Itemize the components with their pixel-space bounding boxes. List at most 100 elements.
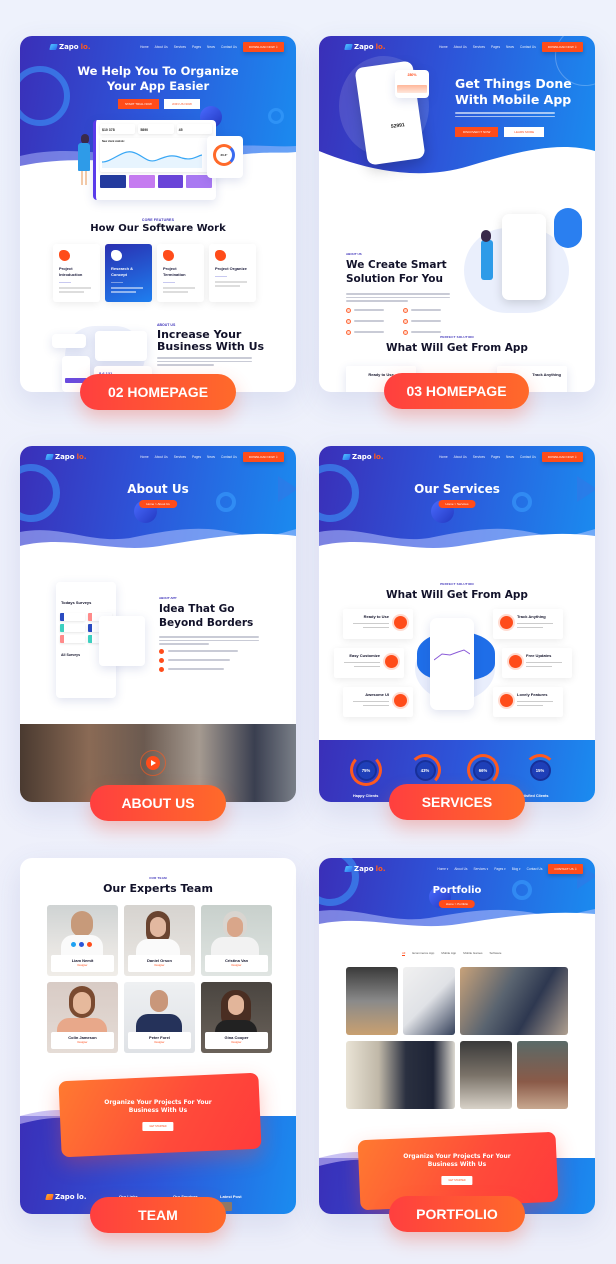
nav-contact[interactable]: Contact Us xyxy=(520,45,536,49)
nav-about[interactable]: About Us xyxy=(454,455,467,459)
footer-logo[interactable]: Zapo lo. xyxy=(45,1193,87,1201)
filter-mobile-games[interactable]: Mobile Games xyxy=(463,951,482,956)
feature-card[interactable]: Project Organize xyxy=(209,244,256,302)
nav-services[interactable]: Services xyxy=(473,455,485,459)
nav-services[interactable]: Services xyxy=(174,455,186,459)
preview-card-about[interactable]: Zapo lo. Home About Us Services Pages New… xyxy=(20,446,296,802)
service-card[interactable]: Ready to Use xyxy=(343,609,413,639)
preview-card-home3[interactable]: Zapo lo. Home About Us Services Pages New… xyxy=(319,36,595,392)
portfolio-filters: All Ecommerce App Mobile App Mobile Game… xyxy=(402,951,501,956)
portfolio-item[interactable] xyxy=(460,967,568,1035)
nav-home[interactable]: Home xyxy=(140,45,149,49)
nav-blog[interactable]: Blog ▾ xyxy=(512,867,521,871)
breadcrumb[interactable]: Home > About Us xyxy=(139,500,177,508)
filter-ecommerce[interactable]: Ecommerce App xyxy=(412,951,434,956)
instagram-icon[interactable] xyxy=(87,942,92,947)
service-card[interactable]: Track Anything xyxy=(493,609,563,639)
service-card[interactable]: Easy Customize xyxy=(334,648,404,678)
nav-about[interactable]: About Us xyxy=(454,867,467,871)
nav-news[interactable]: News xyxy=(207,45,215,49)
portfolio-item[interactable] xyxy=(517,1041,568,1109)
preview-card-home2[interactable]: Zapo lo. Home About Us Services Pages New… xyxy=(20,36,296,392)
label-services[interactable]: SERVICES xyxy=(389,784,525,820)
label-team[interactable]: TEAM xyxy=(90,1197,226,1233)
team-member-card[interactable]: Gina Cooper Designer xyxy=(201,982,272,1053)
nav-contact[interactable]: Contact Us xyxy=(527,867,543,871)
nav-contact[interactable]: Contact Us xyxy=(221,45,237,49)
service-card[interactable]: Lovely Features xyxy=(493,687,563,717)
nav-pages[interactable]: Pages ▾ xyxy=(494,867,506,871)
service-card[interactable]: Awesome UI xyxy=(343,687,413,717)
logo[interactable]: Zapo lo. xyxy=(45,453,87,461)
download-button[interactable]: DOWNLOAD NOW ⇩ xyxy=(242,42,284,52)
play-button[interactable] xyxy=(146,756,160,770)
preview-card-portfolio[interactable]: Zapo lo. Home ▾ About Us Services ▾ Pages… xyxy=(319,858,595,1214)
nav-about[interactable]: About Us xyxy=(454,45,467,49)
filter-software[interactable]: Software xyxy=(490,951,502,956)
nav-home[interactable]: Home xyxy=(140,455,149,459)
breadcrumb[interactable]: Home > Services xyxy=(438,500,476,508)
download-button[interactable]: DOWNLOAD NOW ⇩ xyxy=(541,452,583,462)
download-button[interactable]: DOWNLOAD NOW ⇩ xyxy=(242,452,284,462)
feature-card[interactable]: Project Termination xyxy=(157,244,204,302)
get-started-button[interactable]: GET STARTED xyxy=(441,1176,473,1185)
join-button[interactable]: JOIN US NOW xyxy=(163,99,200,109)
label-portfolio[interactable]: PORTFOLIO xyxy=(389,1196,525,1232)
nav-pages[interactable]: Pages xyxy=(491,455,500,459)
cta-text: Organize Your Projects For Your Business… xyxy=(403,1153,511,1168)
team-member-card[interactable]: Peter Forel Designer xyxy=(124,982,195,1053)
team-member-card[interactable]: Daniel Orson Designer xyxy=(124,905,195,976)
portfolio-item[interactable] xyxy=(346,1041,455,1109)
logo[interactable]: Zapo lo. xyxy=(49,43,91,51)
logo[interactable]: Zapo lo. xyxy=(344,865,386,873)
portfolio-item[interactable] xyxy=(460,1041,512,1109)
feature-icon xyxy=(59,250,70,261)
start-trial-button[interactable]: START TRIAL NOW xyxy=(118,99,159,109)
label-03-homepage[interactable]: 03 HOMEPAGE xyxy=(384,373,529,409)
navbar: Zapo lo. Home About Us Services Pages New… xyxy=(20,446,296,468)
nav-news[interactable]: News xyxy=(207,455,215,459)
contact-button[interactable]: CONTACT US ⇩ xyxy=(548,864,583,874)
nav-services[interactable]: Services ▾ xyxy=(474,867,489,871)
nav-about[interactable]: About Us xyxy=(155,45,168,49)
nav-services[interactable]: Services xyxy=(473,45,485,49)
portfolio-item[interactable] xyxy=(403,967,455,1035)
filter-mobile-app[interactable]: Mobile App xyxy=(441,951,456,956)
nav-pages[interactable]: Pages xyxy=(192,455,201,459)
nav-pages[interactable]: Pages xyxy=(192,45,201,49)
nav-news[interactable]: News xyxy=(506,455,514,459)
nav-about[interactable]: About Us xyxy=(155,455,168,459)
filter-all[interactable]: All xyxy=(402,951,406,956)
twitter-icon[interactable] xyxy=(71,942,76,947)
label-02-homepage[interactable]: 02 HOMEPAGE xyxy=(80,374,236,410)
hero-wave xyxy=(319,146,595,186)
navbar: Zapo lo. Home About Us Services Pages New… xyxy=(319,446,595,468)
service-icon xyxy=(394,616,407,629)
download-button[interactable]: DOWNLOAD NOW ⇩ xyxy=(541,42,583,52)
team-member-card[interactable]: Liam Nemit Designer xyxy=(47,905,118,976)
nav-pages[interactable]: Pages xyxy=(491,45,500,49)
feature-card[interactable]: Project Introduction xyxy=(53,244,100,302)
label-about-us[interactable]: ABOUT US xyxy=(90,785,226,821)
nav-contact[interactable]: Contact Us xyxy=(520,455,536,459)
team-member-card[interactable]: Cristina Van Designer xyxy=(201,905,272,976)
logo[interactable]: Zapo lo. xyxy=(344,43,386,51)
nav-home[interactable]: Home xyxy=(439,455,448,459)
about-block: ABOUT APP Idea That Go Beyond Borders xyxy=(159,596,259,672)
logo[interactable]: Zapo lo. xyxy=(342,453,384,461)
team-member-card[interactable]: Colin Jameson Designer xyxy=(47,982,118,1053)
nav-home[interactable]: Home xyxy=(439,45,448,49)
service-card[interactable]: Free Updates xyxy=(502,648,572,678)
get-started-button[interactable]: GET STARTED xyxy=(142,1122,174,1131)
section-title: Our Experts Team xyxy=(103,882,213,895)
facebook-icon[interactable] xyxy=(79,942,84,947)
feature-card-active[interactable]: Research & Concept xyxy=(105,244,152,302)
preview-card-team[interactable]: OUR TEAM Our Experts Team Liam Nemit Desi… xyxy=(20,858,296,1214)
navbar: Zapo lo. Home ▾ About Us Services ▾ Pages… xyxy=(319,858,595,880)
nav-contact[interactable]: Contact Us xyxy=(221,455,237,459)
nav-services[interactable]: Services xyxy=(174,45,186,49)
nav-home[interactable]: Home ▾ xyxy=(437,867,448,871)
nav-news[interactable]: News xyxy=(506,45,514,49)
preview-card-services[interactable]: Zapo lo. Home About Us Services Pages New… xyxy=(319,446,595,802)
portfolio-item[interactable] xyxy=(346,967,398,1035)
